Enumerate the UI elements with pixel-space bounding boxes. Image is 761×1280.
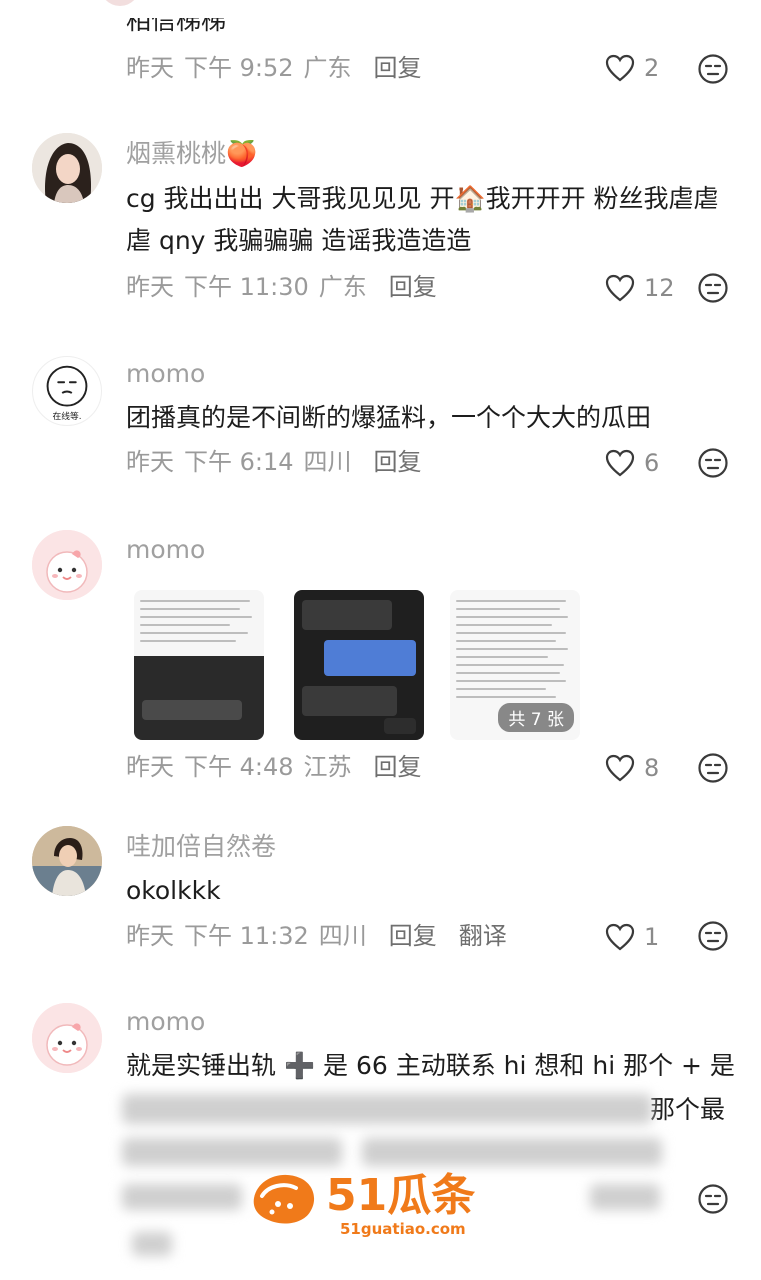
comment-time: 昨天 [126,922,174,950]
username[interactable]: 哇加倍自然卷 [126,830,276,864]
blurred-text [590,1184,660,1210]
heart-icon [605,274,635,302]
like-count: 2 [644,54,660,82]
comment-time: 昨天 [126,273,174,301]
image-count-badge: 共 7 张 [498,703,574,732]
dislike-face-icon[interactable] [697,272,729,304]
comment-image[interactable] [134,590,264,740]
avatar[interactable] [32,133,102,203]
reply-button[interactable]: 回复 [374,750,422,784]
heart-icon [605,754,635,782]
username[interactable]: 烟熏桃桃🍑 [126,137,257,171]
blurred-text [122,1094,652,1124]
heart-icon [605,54,635,82]
heart-icon [605,923,635,951]
comment-meta: 昨天 下午 9:52 广东 回复 [126,51,422,85]
avatar[interactable]: 在线等. [32,356,102,426]
comment-image[interactable] [294,590,424,740]
watermark-logo: 51瓜条 51guatiao.com [248,1160,518,1240]
comment-clock: 下午 6:14 [184,448,294,476]
blurred-text [132,1232,172,1256]
dislike-face-icon[interactable] [697,920,729,952]
dislike-face-icon[interactable] [697,53,729,85]
comment-clock: 下午 9:52 [184,54,294,82]
reply-button[interactable]: 回复 [374,445,422,479]
username[interactable]: momo [126,533,205,567]
comment-meta: 昨天 下午 6:14 四川 回复 [126,445,422,479]
reply-button[interactable]: 回复 [389,919,437,953]
like-count: 6 [644,449,660,477]
blurred-text [122,1184,242,1210]
reply-button[interactable]: 回复 [389,270,437,304]
like-count: 1 [644,923,660,951]
username[interactable]: momo [126,1005,205,1039]
comment-time: 昨天 [126,753,174,781]
dislike-face-icon[interactable] [697,447,729,479]
like-button[interactable]: 2 [604,51,659,85]
watermark-brand: 51瓜条 [326,1170,475,1221]
avatar[interactable] [32,1003,102,1073]
avatar-caption: 在线等. [53,410,82,422]
avatar[interactable] [32,826,102,896]
avatar[interactable] [100,0,140,6]
like-count: 8 [644,754,660,782]
like-button[interactable]: 6 [604,446,659,480]
dislike-face-icon[interactable] [697,752,729,784]
comment-region: 江苏 [303,753,352,781]
comment-region: 四川 [318,922,367,950]
comment-text: 就是实锤出轨 ➕ 是 66 主动联系 hi 想和 hi 那个 + 是 [126,1051,735,1080]
comment-region: 四川 [303,448,352,476]
like-button[interactable]: 8 [604,751,659,785]
comment-meta: 昨天 下午 4:48 江苏 回复 [126,750,422,784]
comment-clock: 下午 11:30 [184,273,309,301]
like-button[interactable]: 1 [604,920,659,954]
avatar[interactable] [32,530,102,600]
comment-text: cg 我出出出 大哥我见见见 开🏠我开开开 粉丝我虐虐虐 qny 我骗骗骗 造谣… [126,184,719,255]
like-button[interactable]: 12 [604,271,675,305]
comment-region: 广东 [303,54,352,82]
comment-image[interactable]: 共 7 张 [450,590,580,740]
comment-meta: 昨天 下午 11:30 广东 回复 [126,270,437,304]
dislike-face-icon[interactable] [697,1183,729,1215]
watermark-url: 51guatiao.com [340,1220,466,1238]
comment-meta: 昨天 下午 11:32 四川 回复 翻译 [126,919,507,953]
comment-region: 广东 [318,273,367,301]
comment-time: 昨天 [126,54,174,82]
heart-icon [605,449,635,477]
comment-time: 昨天 [126,448,174,476]
comment-text-tail: 那个最 [650,1095,726,1124]
comment-text: okolkkk [126,876,221,905]
username[interactable]: momo [126,357,205,391]
translate-button[interactable]: 翻译 [459,919,507,953]
comment-clock: 下午 4:48 [184,753,294,781]
comment-text: 相信梯梯 [126,6,227,35]
reply-button[interactable]: 回复 [374,51,422,85]
comment-text: 团播真的是不间断的爆猛料，一个个大大的瓜田 [126,403,652,432]
like-count: 12 [644,274,675,302]
comment-clock: 下午 11:32 [184,922,309,950]
